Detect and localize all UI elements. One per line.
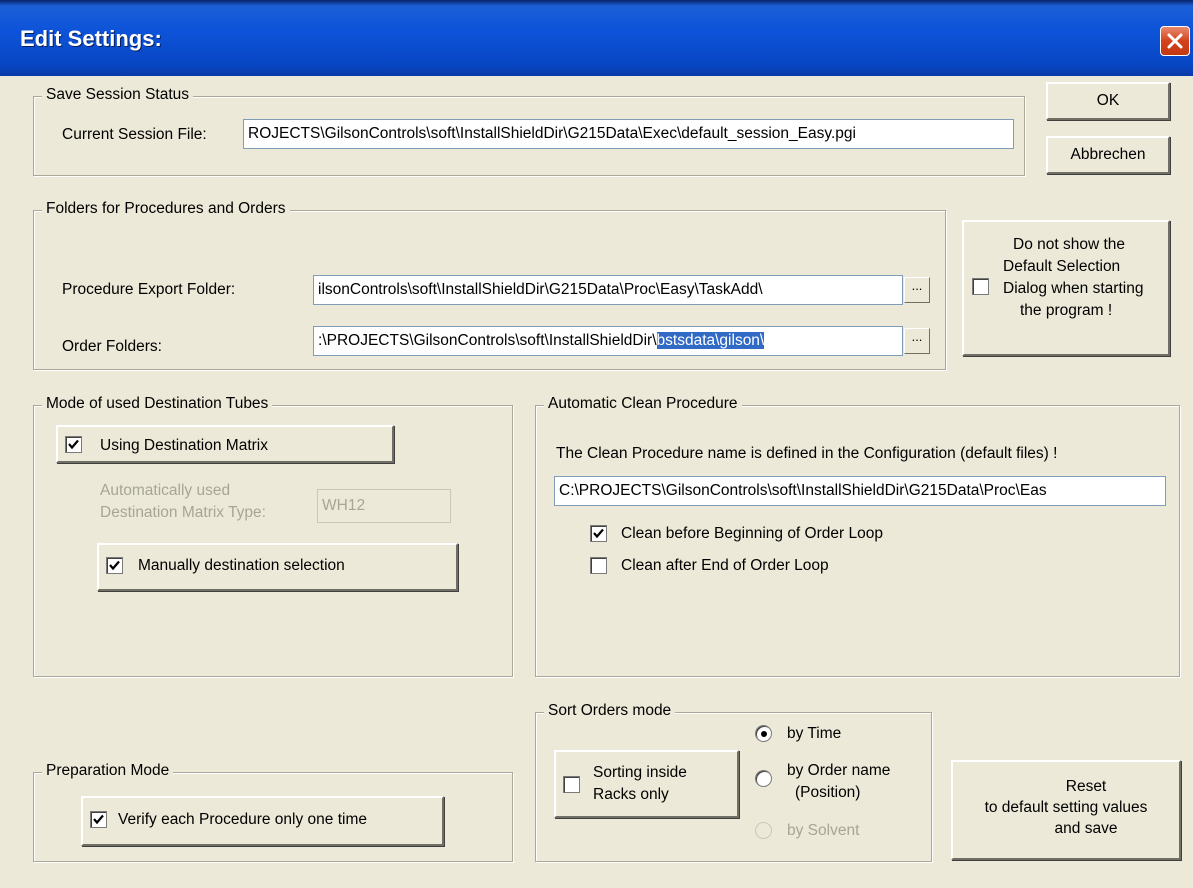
- sort-racks-line1: Sorting inside: [593, 764, 687, 781]
- manual-selection-label: Manually destination selection: [138, 557, 345, 574]
- default-selection-line3: Dialog when starting: [1003, 280, 1144, 297]
- destination-group-title: Mode of used Destination Tubes: [42, 395, 273, 413]
- by-time-label[interactable]: by Time: [787, 725, 841, 743]
- reset-label-line3: and save: [1054, 820, 1118, 837]
- manual-selection-checkbox[interactable]: [106, 557, 123, 574]
- default-selection-line1: Do not show the: [1013, 236, 1126, 253]
- clean-after-label[interactable]: Clean after End of Order Loop: [621, 557, 829, 575]
- by-solvent-radio: [755, 822, 772, 839]
- default-selection-line4: the program !: [1020, 302, 1113, 319]
- auto-matrix-label-line1: Automatically used: [100, 482, 231, 499]
- save-session-group-title: Save Session Status: [42, 86, 194, 104]
- clean-before-label[interactable]: Clean before Beginning of Order Loop: [621, 525, 883, 543]
- order-folders-field[interactable]: :\PROJECTS\GilsonControls\soft\InstallSh…: [313, 326, 903, 356]
- clean-info-text: The Clean Procedure name is defined in t…: [556, 445, 1058, 462]
- checkmark-icon: [68, 439, 79, 450]
- title-bar: Edit Settings:: [0, 0, 1193, 76]
- by-order-label-line1[interactable]: by Order name: [787, 762, 890, 780]
- reset-button[interactable]: Reset to default setting values and save: [951, 760, 1181, 860]
- session-file-field[interactable]: ROJECTS\GilsonControls\soft\InstallShiel…: [243, 119, 1014, 149]
- folders-group-title: Folders for Procedures and Orders: [42, 200, 290, 218]
- auto-matrix-label-line2: Destination Matrix Type:: [100, 504, 266, 521]
- preparation-group-title: Preparation Mode: [42, 762, 174, 780]
- ok-button[interactable]: OK: [1046, 82, 1170, 120]
- sort-group-title: Sort Orders mode: [544, 702, 676, 720]
- order-folders-text: :\PROJECTS\GilsonControls\soft\InstallSh…: [318, 332, 657, 349]
- sort-racks-toggle[interactable]: [554, 750, 739, 818]
- using-matrix-label: Using Destination Matrix: [100, 437, 268, 454]
- window-title: Edit Settings:: [20, 26, 162, 51]
- verify-checkbox[interactable]: [90, 811, 107, 828]
- clean-before-checkbox[interactable]: [590, 525, 607, 542]
- order-folders-selected-text: bstsdata\gilson\: [656, 332, 765, 349]
- default-selection-checkbox[interactable]: [972, 278, 989, 295]
- by-order-radio[interactable]: [755, 770, 772, 787]
- clean-after-checkbox[interactable]: [590, 557, 607, 574]
- procedure-export-label: Procedure Export Folder:: [62, 281, 236, 298]
- close-button[interactable]: [1160, 26, 1190, 56]
- reset-label-line2: to default setting values: [984, 799, 1148, 816]
- order-browse-button[interactable]: ...: [904, 328, 930, 354]
- procedure-export-field[interactable]: ilsonControls\soft\InstallShieldDir\G215…: [313, 275, 903, 305]
- session-file-label: Current Session File:: [62, 126, 207, 143]
- close-icon: [1167, 33, 1183, 49]
- by-solvent-label: by Solvent: [787, 822, 860, 839]
- by-time-radio[interactable]: [755, 725, 772, 742]
- sort-racks-line2: Racks only: [593, 786, 669, 803]
- default-selection-line2: Default Selection: [1003, 258, 1121, 275]
- sort-racks-checkbox[interactable]: [563, 776, 580, 793]
- checkmark-icon: [593, 528, 604, 539]
- clean-path-field[interactable]: C:\PROJECTS\GilsonControls\soft\InstallS…: [554, 476, 1166, 506]
- verify-label: Verify each Procedure only one time: [118, 811, 367, 828]
- checkmark-icon: [93, 814, 104, 825]
- using-matrix-checkbox[interactable]: [65, 436, 82, 453]
- clean-group-title: Automatic Clean Procedure: [544, 395, 742, 413]
- by-order-label-line2: (Position): [795, 784, 861, 801]
- procedure-browse-button[interactable]: ...: [904, 277, 930, 303]
- order-folders-label: Order Folders:: [62, 338, 162, 355]
- reset-label-line1: Reset: [1065, 778, 1107, 795]
- matrix-type-field: WH12: [317, 489, 451, 523]
- cancel-button[interactable]: Abbrechen: [1046, 136, 1170, 174]
- checkmark-icon: [109, 560, 120, 571]
